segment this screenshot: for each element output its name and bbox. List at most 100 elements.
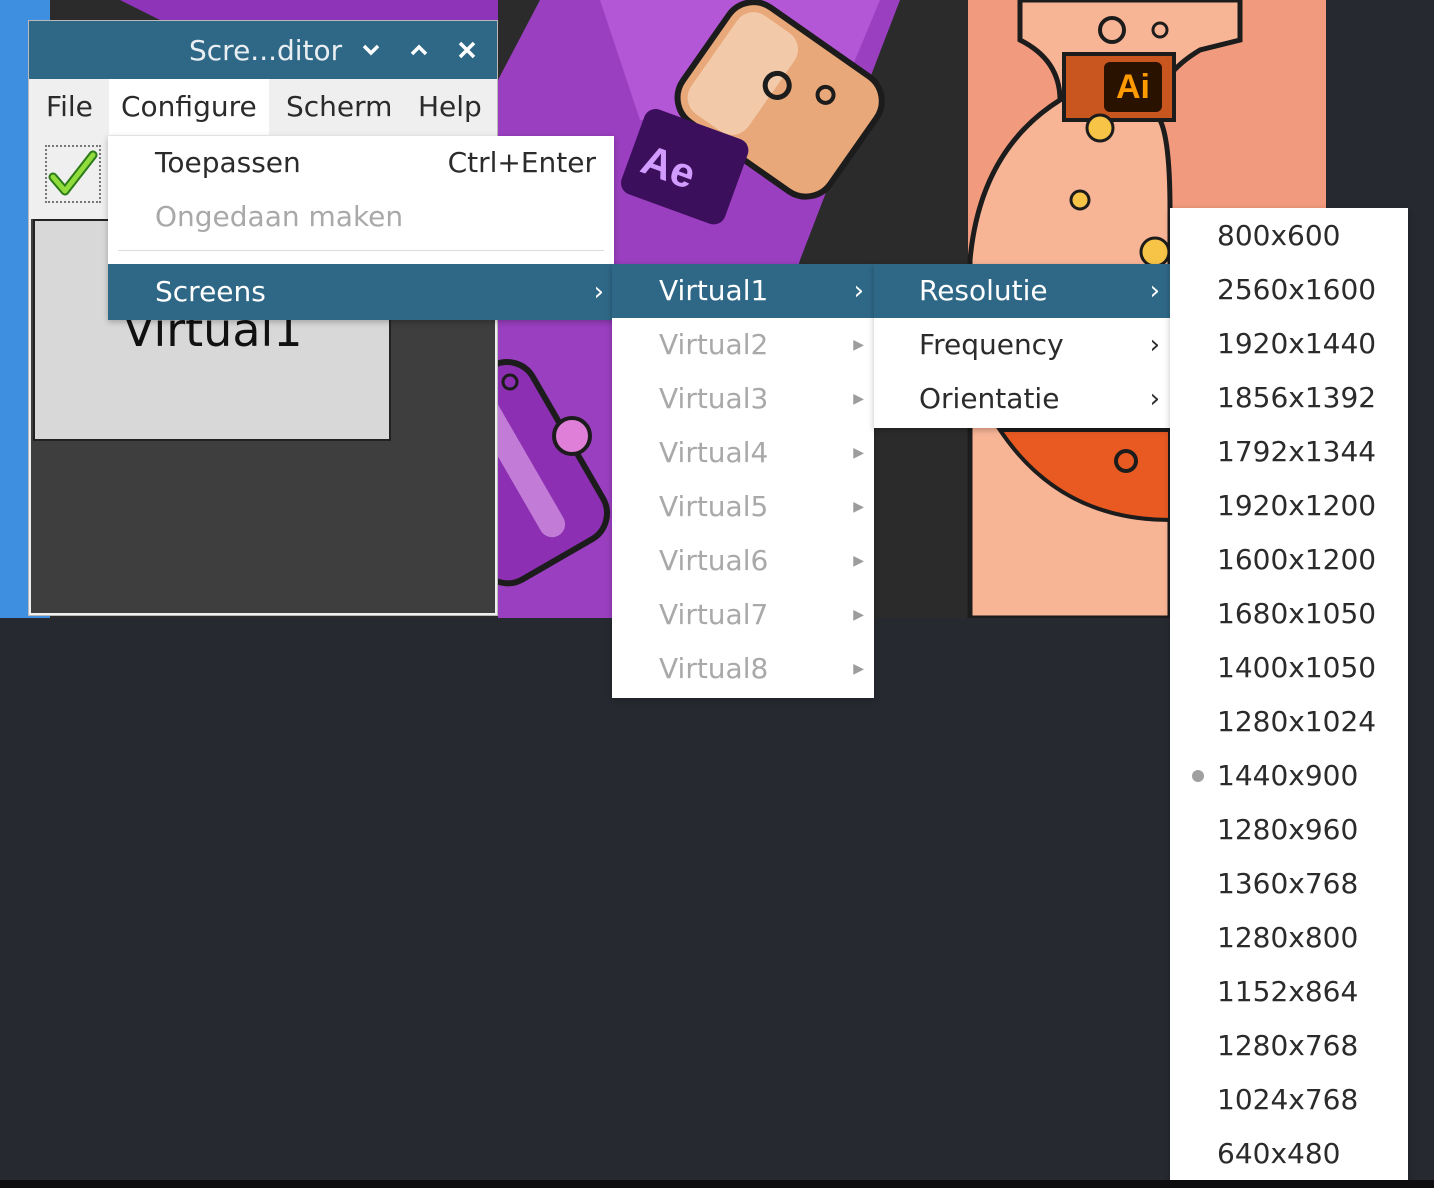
resolution-label: 1280x960 [1217,813,1359,846]
menu-scherm[interactable]: Scherm [274,79,404,135]
triangle-right-icon: ▶ [853,661,864,677]
menu-item-resolutie[interactable]: Resolutie › [874,264,1170,318]
menu-item-label: Virtual5 [659,490,769,523]
menu-item-label: Virtual1 [659,274,769,307]
maximize-button[interactable] [404,35,434,65]
window-title: Scre...ditor [189,34,343,67]
shortcut-label: Ctrl+Enter [447,146,596,179]
resolution-menu: 800x600 2560x1600 1920x1440 1856x1392 17… [1170,208,1408,1188]
triangle-right-icon: ▶ [853,337,864,353]
resolution-label: 1400x1050 [1217,651,1377,684]
menu-item-virtual1[interactable]: Virtual1 › [612,264,874,318]
resolution-label: 800x600 [1217,219,1341,252]
menu-item-screens[interactable]: Screens › [108,264,614,320]
menu-item-label: Virtual2 [659,328,769,361]
menu-item-virtual7[interactable]: Virtual7 ▶ [612,588,874,642]
triangle-right-icon: ▶ [853,553,864,569]
ai-logo-text: Ai [1116,68,1150,106]
resolution-item[interactable]: 1360x768 [1170,857,1408,911]
resolution-item[interactable]: 1280x960 [1170,803,1408,857]
resolution-item[interactable]: 1280x800 [1170,911,1408,965]
resolution-label: 1920x1440 [1217,327,1377,360]
resolution-label: 2560x1600 [1217,273,1377,306]
resolution-label: 640x480 [1217,1137,1341,1170]
resolution-item[interactable]: 1792x1344 [1170,425,1408,479]
screens-menu: Virtual1 › Virtual2 ▶ Virtual3 ▶ Virtual… [612,264,874,698]
resolution-label: 1856x1392 [1217,381,1377,414]
menu-item-virtual5[interactable]: Virtual5 ▶ [612,480,874,534]
resolution-label: 1680x1050 [1217,597,1377,630]
chevron-right-icon: › [1149,330,1160,360]
menu-item-label: Toepassen [155,146,301,179]
radio-bullet-icon [1192,770,1204,782]
resolution-item[interactable]: 1920x1200 [1170,479,1408,533]
menu-item-label: Virtual3 [659,382,769,415]
menu-configure[interactable]: Configure [109,79,269,135]
triangle-right-icon: ▶ [853,499,864,515]
chevron-right-icon: › [1149,384,1160,414]
menu-item-label: Resolutie [919,274,1048,307]
resolution-item[interactable]: 1856x1392 [1170,371,1408,425]
menu-item-label: Virtual4 [659,436,769,469]
chevron-right-icon: › [853,276,864,306]
chevron-right-icon: › [1149,276,1160,306]
menu-item-virtual2[interactable]: Virtual2 ▶ [612,318,874,372]
resolution-item[interactable]: 1680x1050 [1170,587,1408,641]
resolution-label: 1360x768 [1217,867,1359,900]
resolution-item[interactable]: 1400x1050 [1170,641,1408,695]
resolution-label: 1280x800 [1217,921,1359,954]
virtual1-menu: Resolutie › Frequency › Orientatie › [874,264,1170,428]
chevron-right-icon: › [593,277,604,307]
resolution-label: 1600x1200 [1217,543,1377,576]
apply-tool-button[interactable] [45,145,101,203]
resolution-item[interactable]: 800x600 [1170,209,1408,263]
menu-item-virtual3[interactable]: Virtual3 ▶ [612,372,874,426]
resolution-item[interactable]: 640x480 [1170,1127,1408,1181]
resolution-label: 1024x768 [1217,1083,1359,1116]
menu-help[interactable]: Help [406,79,494,135]
menu-file[interactable]: File [34,79,105,135]
resolution-item-selected[interactable]: 1440x900 [1170,749,1408,803]
close-button[interactable] [452,35,482,65]
menu-item-orientatie[interactable]: Orientatie › [874,372,1170,426]
configure-menu: Toepassen Ctrl+Enter Ongedaan maken Scre… [108,136,614,320]
menu-item-label: Virtual7 [659,598,769,631]
chevron-up-icon [410,44,428,56]
menu-item-label: Frequency [919,328,1064,361]
menu-item-label: Virtual6 [659,544,769,577]
menu-item-label: Orientatie [919,382,1060,415]
menu-item-virtual6[interactable]: Virtual6 ▶ [612,534,874,588]
menu-separator [118,250,604,251]
minimize-button[interactable] [356,35,386,65]
resolution-item[interactable]: 1600x1200 [1170,533,1408,587]
resolution-item[interactable]: 1280x1024 [1170,695,1408,749]
bottom-edge [0,1180,1434,1188]
close-icon [458,41,476,59]
resolution-label: 1152x864 [1217,975,1359,1008]
menu-item-ongedaan-maken: Ongedaan maken [108,190,614,244]
resolution-item[interactable]: 1152x864 [1170,965,1408,1019]
resolution-item[interactable]: 1920x1440 [1170,317,1408,371]
triangle-right-icon: ▶ [853,445,864,461]
resolution-label: 1280x1024 [1217,705,1377,738]
menu-item-label: Ongedaan maken [155,200,404,233]
resolution-label: 1440x900 [1217,759,1359,792]
resolution-item[interactable]: 1024x768 [1170,1073,1408,1127]
triangle-right-icon: ▶ [853,391,864,407]
resolution-item[interactable]: 1280x768 [1170,1019,1408,1073]
menu-item-virtual4[interactable]: Virtual4 ▶ [612,426,874,480]
chevron-down-icon [362,44,380,56]
resolution-item[interactable]: 2560x1600 [1170,263,1408,317]
menu-item-toepassen[interactable]: Toepassen Ctrl+Enter [108,136,614,190]
menu-item-label: Virtual8 [659,652,769,685]
menu-item-label: Screens [155,275,266,308]
checkmark-icon [48,150,98,196]
resolution-label: 1920x1200 [1217,489,1377,522]
menu-bar: File Configure Scherm Help [29,79,497,135]
resolution-label: 1280x768 [1217,1029,1359,1062]
menu-item-virtual8[interactable]: Virtual8 ▶ [612,642,874,696]
title-bar[interactable]: Scre...ditor [29,21,497,79]
triangle-right-icon: ▶ [853,607,864,623]
resolution-label: 1792x1344 [1217,435,1377,468]
menu-item-frequency[interactable]: Frequency › [874,318,1170,372]
